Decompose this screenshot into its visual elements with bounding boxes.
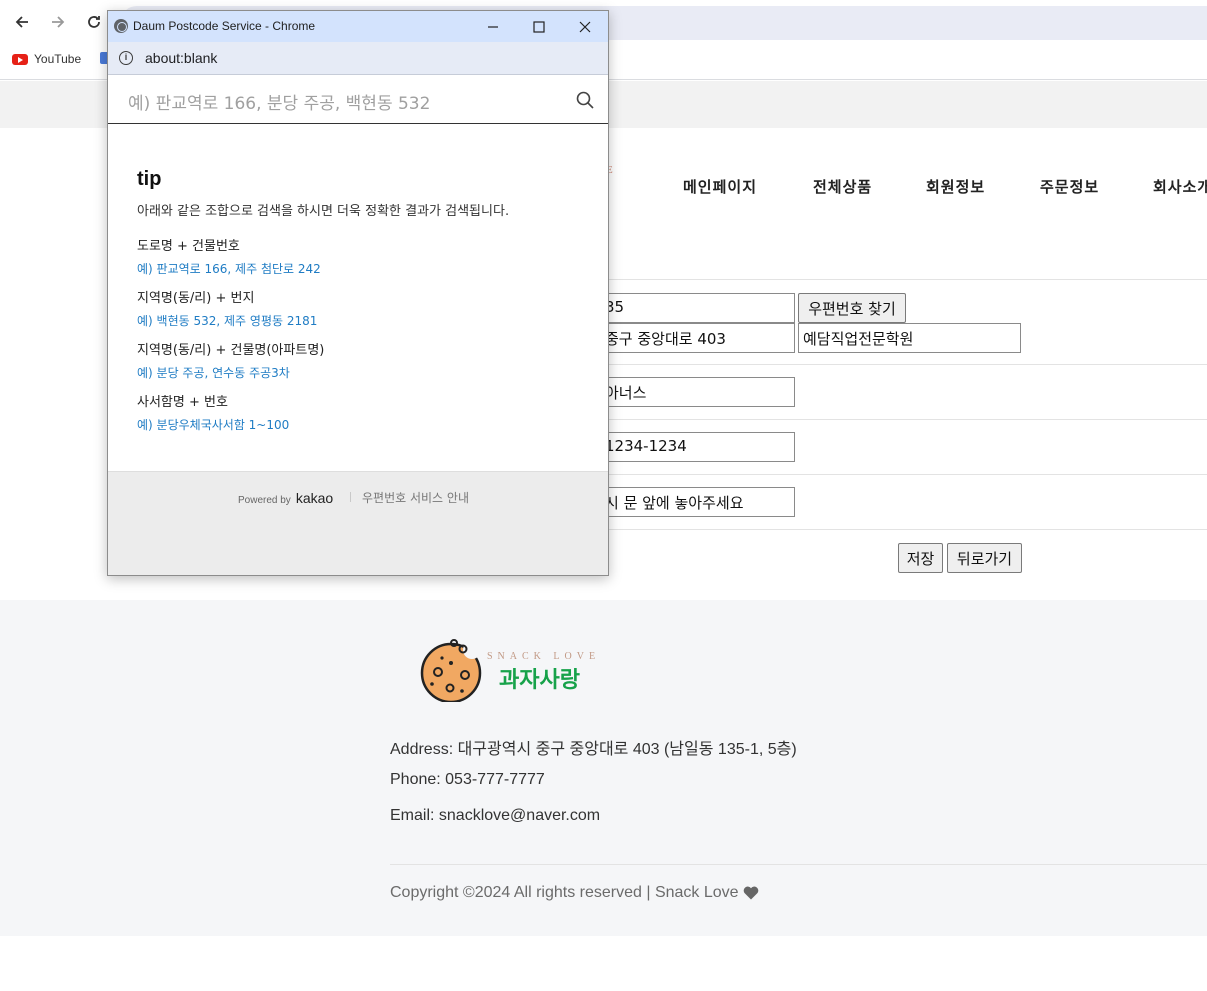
minimize-icon[interactable] bbox=[470, 11, 516, 42]
popup-title: Daum Postcode Service - Chrome bbox=[133, 19, 316, 33]
info-icon[interactable]: i bbox=[119, 51, 133, 65]
footer-divider bbox=[390, 864, 1207, 865]
service-guide-link[interactable]: 우편번호 서비스 안내 bbox=[362, 489, 469, 506]
cookie-logo-icon bbox=[418, 636, 484, 706]
bookmark-youtube[interactable]: YouTube bbox=[12, 52, 81, 66]
youtube-icon bbox=[12, 53, 28, 65]
tip-heading: 지역명(동/리) + 건물명(아파트명) bbox=[137, 343, 325, 358]
tip-description: 아래와 같은 조합으로 검색을 하시면 더욱 정확한 결과가 검색됩니다. bbox=[137, 204, 510, 219]
form-divider bbox=[600, 364, 1207, 365]
popup-footer: Powered by kakao 우편번호 서비스 안내 bbox=[108, 471, 608, 575]
tip-example: 예) 백현동 532, 제주 영평동 2181 bbox=[137, 314, 318, 328]
back-button[interactable]: 뒤로가기 bbox=[947, 543, 1022, 573]
forward-arrow-icon[interactable] bbox=[46, 10, 70, 34]
form-divider bbox=[600, 529, 1207, 530]
footer-separator bbox=[350, 492, 351, 502]
maximize-icon[interactable] bbox=[516, 11, 562, 42]
footer-copyright: Copyright ©2024 All rights reserved | Sn… bbox=[390, 884, 759, 902]
popup-address-bar[interactable]: i about:blank bbox=[108, 42, 608, 75]
globe-icon bbox=[114, 19, 128, 33]
form-divider bbox=[600, 279, 1207, 280]
footer-phone: Phone: 053-777-7777 bbox=[390, 771, 545, 788]
request-field[interactable]: 시 문 앞에 놓아주세요 bbox=[600, 487, 795, 517]
heart-icon bbox=[743, 886, 758, 900]
popup-title-bar[interactable]: Daum Postcode Service - Chrome bbox=[108, 11, 608, 42]
postcode-popup-window: Daum Postcode Service - Chrome i about:b… bbox=[107, 10, 609, 576]
powered-by-label: Powered by bbox=[238, 495, 291, 506]
tip-example: 예) 판교역로 166, 제주 첨단로 242 bbox=[137, 262, 321, 276]
brand-korean: 과자사랑 bbox=[499, 668, 580, 693]
tip-heading: 지역명(동/리) + 번지 bbox=[137, 291, 255, 306]
find-zipcode-button[interactable]: 우편번호 찾기 bbox=[798, 293, 906, 323]
postcode-search-input[interactable]: 예) 판교역로 166, 분당 주공, 백현동 532 bbox=[108, 75, 608, 124]
zipcode-field[interactable]: 35 bbox=[600, 293, 795, 323]
tip-heading: 도로명 + 건물번호 bbox=[137, 239, 240, 254]
powered-by-kakao[interactable]: Powered by kakao bbox=[238, 490, 333, 506]
menu-company[interactable]: 회사소개 bbox=[1153, 176, 1207, 197]
menu-main[interactable]: 메인페이지 bbox=[683, 176, 757, 197]
menu-orders[interactable]: 주문정보 bbox=[1040, 176, 1099, 197]
tip-title: tip bbox=[137, 168, 162, 190]
footer-email: Email: snacklove@naver.com bbox=[390, 807, 601, 824]
reload-icon[interactable] bbox=[82, 10, 106, 34]
bookmark-label: YouTube bbox=[34, 52, 82, 66]
tip-example: 예) 분당 주공, 연수동 주공3차 bbox=[137, 366, 290, 380]
brand-english: SNACK LOVE bbox=[487, 651, 601, 662]
popup-url: about:blank bbox=[145, 50, 218, 66]
name-field[interactable]: 아너스 bbox=[600, 377, 795, 407]
address-detail-field[interactable]: 예담직업전문학원 bbox=[798, 323, 1021, 353]
back-arrow-icon[interactable] bbox=[10, 10, 34, 34]
kakao-logo: kakao bbox=[295, 490, 334, 506]
menu-member[interactable]: 회원정보 bbox=[926, 176, 985, 197]
form-divider bbox=[600, 419, 1207, 420]
tip-heading: 사서함명 + 번호 bbox=[137, 395, 228, 410]
close-icon[interactable] bbox=[562, 11, 608, 42]
address-field[interactable]: 중구 중앙대로 403 bbox=[600, 323, 795, 353]
save-button[interactable]: 저장 bbox=[898, 543, 943, 573]
footer-address: Address: 대구광역시 중구 중앙대로 403 (남일동 135-1, 5… bbox=[390, 741, 797, 758]
search-icon[interactable] bbox=[576, 91, 594, 109]
search-placeholder: 예) 판교역로 166, 분당 주공, 백현동 532 bbox=[128, 94, 431, 114]
tip-example: 예) 분당우체국사서함 1~100 bbox=[137, 418, 290, 432]
copyright-text: Copyright ©2024 All rights reserved | Sn… bbox=[390, 884, 739, 901]
phone-field[interactable]: 1234-1234 bbox=[600, 432, 795, 462]
menu-products[interactable]: 전체상품 bbox=[813, 176, 872, 197]
form-divider bbox=[600, 474, 1207, 475]
